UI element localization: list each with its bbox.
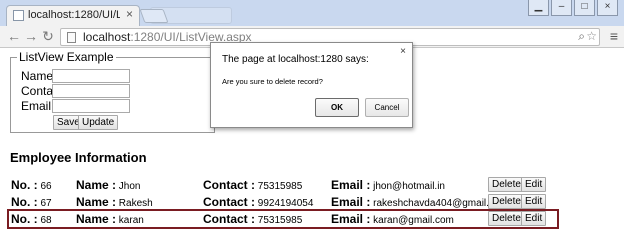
contact-value: 75315985	[257, 181, 303, 192]
bookmark-star-icon[interactable]: ☆	[586, 29, 597, 43]
minimize-icon[interactable]: –	[551, 0, 572, 16]
email-field: Email : rakeshchavda404@gmail.com	[331, 195, 508, 209]
dialog-close-icon[interactable]: ×	[400, 46, 406, 57]
page-icon	[67, 32, 76, 43]
url-host: localhost	[83, 30, 131, 44]
name-value: Jhon	[118, 181, 141, 192]
reload-icon[interactable]: ↻	[40, 28, 56, 45]
email-value: jhon@hotmail.in	[373, 181, 445, 192]
cancel-button[interactable]: Cancel	[365, 98, 409, 117]
contact-field: Contact : 75315985	[203, 212, 302, 226]
page-favicon-icon	[13, 10, 24, 21]
tab-title: localhost:1280/UI/ListVie	[28, 9, 120, 21]
employee-row: No. : 66 Name : Jhon Contact : 75315985 …	[9, 177, 557, 193]
name-value: Rakesh	[118, 198, 153, 209]
browser-tab-strip: localhost:1280/UI/ListVie × ▁ – □ ×	[0, 0, 624, 26]
email-value: karan@gmail.com	[373, 215, 454, 226]
edit-button[interactable]: Edit	[521, 194, 547, 209]
contact-field: Contact : 9924194054	[203, 195, 313, 209]
tab-close-icon[interactable]: ×	[126, 7, 133, 21]
zoom-icon[interactable]: ⌕	[578, 29, 585, 44]
name-field: Name : Jhon	[76, 178, 140, 192]
update-button[interactable]: Update	[78, 115, 119, 130]
contact-label: Contact :	[203, 212, 255, 226]
email-label: Email :	[331, 178, 371, 192]
name-field: Name : karan	[76, 212, 144, 226]
employee-row: No. : 67 Name : Rakesh Contact : 9924194…	[9, 194, 557, 210]
delete-button[interactable]: Delete	[488, 211, 525, 226]
contact-input[interactable]	[52, 84, 130, 98]
email-label: Email	[21, 99, 52, 113]
no-field: No. : 68	[11, 212, 52, 226]
section-heading: Employee Information	[10, 150, 147, 165]
contact-label: Contact :	[203, 178, 255, 192]
no-value: 66	[40, 181, 52, 192]
contact-label: Contact :	[203, 195, 255, 209]
email-label: Email :	[331, 212, 371, 226]
forward-arrow-icon[interactable]: →	[23, 28, 39, 45]
name-label: Name	[21, 69, 54, 83]
contact-field: Contact : 75315985	[203, 178, 302, 192]
name-label: Name :	[76, 195, 117, 209]
dialog-title: The page at localhost:1280 says:	[222, 54, 369, 65]
dialog-message: Are you sure to delete record?	[222, 77, 323, 86]
maximize-icon[interactable]: □	[574, 0, 595, 16]
no-value: 67	[40, 198, 52, 209]
back-arrow-icon[interactable]: ←	[6, 28, 22, 45]
name-label: Name :	[76, 178, 117, 192]
no-label: No. :	[11, 212, 38, 226]
no-field: No. : 66	[11, 178, 52, 192]
email-field: Email : jhon@hotmail.in	[331, 178, 445, 192]
fieldset-legend: ListView Example	[17, 50, 116, 64]
name-input[interactable]	[52, 69, 130, 83]
email-input[interactable]	[52, 99, 130, 113]
no-label: No. :	[11, 178, 38, 192]
delete-button[interactable]: Delete	[488, 177, 525, 192]
listview-example-fieldset: ListView Example Name Contact Email Save…	[10, 50, 215, 133]
new-tab-button[interactable]	[139, 9, 169, 23]
email-label: Email :	[331, 195, 371, 209]
employee-row-selected: No. : 68 Name : karan Contact : 75315985…	[7, 209, 559, 229]
email-field: Email : karan@gmail.com	[331, 212, 454, 226]
name-value: karan	[118, 215, 144, 226]
contact-value: 75315985	[257, 215, 303, 226]
delete-button[interactable]: Delete	[488, 194, 525, 209]
contact-value: 9924194054	[257, 198, 314, 209]
chrome-menu-icon[interactable]: ≡	[610, 28, 618, 44]
user-icon[interactable]: ▁	[528, 0, 549, 16]
no-label: No. :	[11, 195, 38, 209]
edit-button[interactable]: Edit	[521, 211, 547, 226]
browser-tab[interactable]: localhost:1280/UI/ListVie ×	[6, 5, 140, 26]
no-field: No. : 67	[11, 195, 52, 209]
ok-button[interactable]: OK	[315, 98, 359, 117]
name-label: Name :	[76, 212, 117, 226]
window-controls: ▁ – □ ×	[528, 0, 618, 16]
close-window-icon[interactable]: ×	[597, 0, 618, 16]
no-value: 68	[40, 215, 52, 226]
name-field: Name : Rakesh	[76, 195, 153, 209]
confirm-dialog: The page at localhost:1280 says: × Are y…	[210, 42, 413, 128]
edit-button[interactable]: Edit	[521, 177, 547, 192]
